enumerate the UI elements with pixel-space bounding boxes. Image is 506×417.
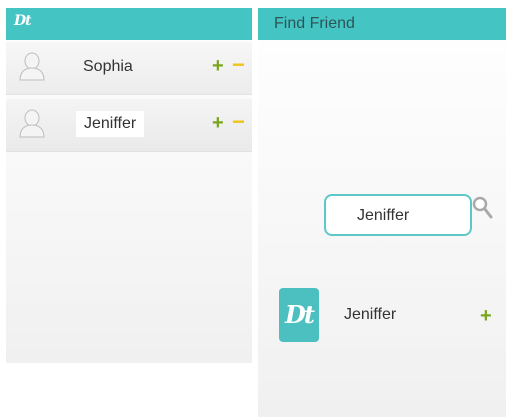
contact-name: Sophia <box>83 58 133 75</box>
user-silhouette-icon <box>19 109 45 138</box>
remove-contact-button[interactable]: − <box>232 111 245 133</box>
page-title: Find Friend <box>274 15 355 32</box>
search-input[interactable]: Jeniffer <box>324 194 472 236</box>
result-name: Jeniffer <box>344 306 397 323</box>
search-input-value: Jeniffer <box>357 207 410 224</box>
contact-name: Jeniffer <box>76 111 145 137</box>
user-silhouette-icon <box>19 52 45 81</box>
result-avatar: Dt <box>279 288 319 342</box>
find-friend-panel: Find Friend Jeniffer Dt Jeniffer + <box>258 8 506 417</box>
result-logo: Dt <box>285 300 315 329</box>
app-logo: Dt <box>14 13 32 29</box>
add-friend-button[interactable]: + <box>480 306 492 326</box>
find-friend-header: Find Friend <box>258 8 506 40</box>
contacts-header: Dt <box>6 8 252 40</box>
contact-row[interactable]: Jeniffer + − <box>6 99 252 152</box>
remove-contact-button[interactable]: − <box>232 54 245 76</box>
add-contact-button[interactable]: + <box>212 113 224 133</box>
magnifier-icon[interactable] <box>472 196 494 220</box>
contact-row[interactable]: Sophia + − <box>6 42 252 95</box>
contacts-panel: Dt Sophia + − Jeniffer + − <box>6 8 252 363</box>
add-contact-button[interactable]: + <box>212 56 224 76</box>
